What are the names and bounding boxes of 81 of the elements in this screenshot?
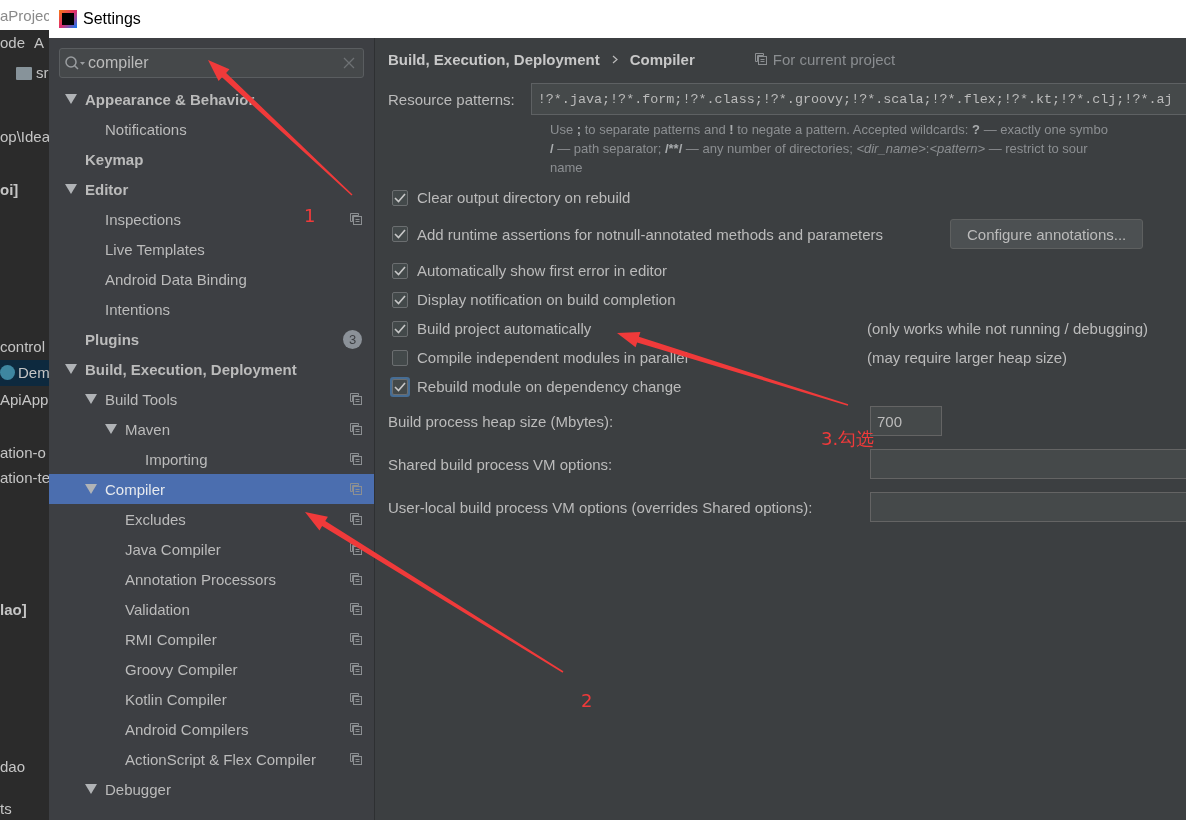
- text-fragment: ApiApp: [0, 391, 49, 409]
- tree-item[interactable]: Annotation Processors: [125, 570, 276, 588]
- hint-text: Use ; to separate patterns and ! to negate a pattern. Accepted wildcards: ? — exactly one symbo: [550, 121, 1109, 139]
- checkbox-label[interactable]: Clear output directory on rebuild: [417, 189, 631, 206]
- tree-item[interactable]: Intentions: [105, 300, 171, 318]
- tree-item[interactable]: Debugger: [105, 780, 171, 798]
- tree-item[interactable]: Plugins: [85, 330, 140, 348]
- tree-item[interactable]: Groovy Compiler: [125, 660, 238, 678]
- checkbox[interactable]: [392, 226, 408, 242]
- checkbox-label[interactable]: Add runtime assertions for notnull-annotated methods and parameters: [417, 225, 884, 243]
- expanded-triangle-icon[interactable]: [85, 784, 97, 794]
- input-field[interactable]: 700: [870, 406, 942, 436]
- chevron-icon: [611, 54, 618, 64]
- tree-item[interactable]: RMI Compiler: [125, 630, 217, 648]
- expanded-triangle-icon[interactable]: [105, 424, 117, 434]
- checkbox[interactable]: [392, 349, 408, 366]
- tree-item[interactable]: Keymap: [85, 150, 144, 168]
- checkbox[interactable]: [392, 189, 408, 206]
- text-fragment: ts: [0, 800, 12, 818]
- tree-item[interactable]: Excludes: [125, 510, 186, 528]
- text-fragment: ode: [0, 34, 26, 52]
- folder-icon: [16, 67, 32, 80]
- field-label: Resource patterns:: [388, 90, 515, 108]
- tree-item[interactable]: Android Compilers: [125, 720, 249, 738]
- input-field[interactable]: [870, 449, 1186, 479]
- checkbox[interactable]: [392, 262, 408, 279]
- input-field[interactable]: [870, 492, 1186, 522]
- window-title: Settings: [83, 10, 141, 28]
- checkbox[interactable]: [392, 320, 408, 337]
- checkbox-label[interactable]: Build project automatically: [417, 320, 592, 337]
- search-field[interactable]: compiler: [59, 48, 364, 78]
- tree-item[interactable]: Inspections: [105, 210, 181, 228]
- tree-item[interactable]: Notifications: [105, 120, 187, 138]
- configure-button[interactable]: Configure annotations...: [950, 219, 1144, 249]
- app-logo-icon: [59, 10, 77, 28]
- count-badge: 3: [343, 329, 362, 349]
- tree-item[interactable]: Kotlin Compiler: [125, 690, 227, 708]
- scope-label: For current project: [772, 50, 896, 68]
- tree-item[interactable]: ActionScript & Flex Compiler: [125, 750, 316, 768]
- tree-item[interactable]: Maven: [125, 420, 171, 438]
- note-text: (may require larger heap size): [867, 349, 1068, 366]
- text-fragment: Dem: [18, 364, 49, 382]
- tree-item[interactable]: Live Templates: [105, 240, 205, 258]
- text-fragment: dao: [0, 758, 26, 776]
- checkbox-label[interactable]: Rebuild module on dependency change: [417, 378, 682, 395]
- tree-item[interactable]: Build Tools: [105, 390, 178, 408]
- tree-item[interactable]: Importing: [145, 450, 208, 468]
- expanded-triangle-icon[interactable]: [65, 364, 77, 374]
- expanded-triangle-icon[interactable]: [65, 94, 77, 104]
- tree-item[interactable]: Java Compiler: [125, 540, 221, 558]
- hint-text: name: [550, 159, 584, 177]
- tree-item[interactable]: Build, Execution, Deployment: [85, 360, 297, 378]
- expanded-triangle-icon[interactable]: [65, 184, 77, 194]
- tree-item[interactable]: Validation: [125, 600, 190, 618]
- tree-item[interactable]: Editor: [85, 180, 129, 198]
- text-fragment: lao]: [0, 601, 27, 619]
- checkbox[interactable]: [392, 291, 408, 308]
- hint-text: / — path separator; /**/ — any number of directories; <dir_name>:<pattern> — restrict to sour: [550, 140, 1089, 158]
- resource-patterns-field[interactable]: !?*.java;!?*.form;!?*.class;!?*.groovy;!?*.scala;!?*.flex;!?*.kt;!?*.clj;!?*.aj: [530, 83, 1186, 115]
- text-fragment: oi]: [0, 181, 19, 199]
- breadcrumb-item[interactable]: Build, Execution, Deployment: [388, 50, 600, 68]
- note-text: (only works while not running / debugging): [867, 320, 1148, 337]
- text-fragment: A: [34, 34, 44, 52]
- field-label: Build process heap size (Mbytes):: [388, 412, 615, 430]
- annotation-label: 1: [304, 205, 316, 226]
- search-icon: [64, 55, 86, 71]
- breadcrumb-item[interactable]: Compiler: [629, 50, 695, 68]
- checkbox-label[interactable]: Display notification on build completion: [417, 291, 676, 308]
- field-label: User-local build process VM options (overrides Shared options):: [388, 498, 814, 516]
- text-fragment: control: [0, 338, 46, 356]
- field-label: Shared build process VM options:: [388, 455, 614, 473]
- annotation-label: 2: [581, 690, 593, 711]
- copy-icon: [754, 53, 767, 65]
- text-fragment: sr: [36, 64, 49, 82]
- checkbox-label[interactable]: Automatically show first error in editor: [417, 262, 668, 279]
- expanded-triangle-icon[interactable]: [85, 394, 97, 404]
- checkbox-label[interactable]: Compile independent modules in parallel: [417, 349, 688, 366]
- tree-item[interactable]: Compiler: [105, 480, 165, 498]
- text-fragment: ation-o: [0, 444, 46, 462]
- text-fragment: ation-te: [0, 469, 49, 487]
- tree-item[interactable]: Android Data Binding: [105, 270, 247, 288]
